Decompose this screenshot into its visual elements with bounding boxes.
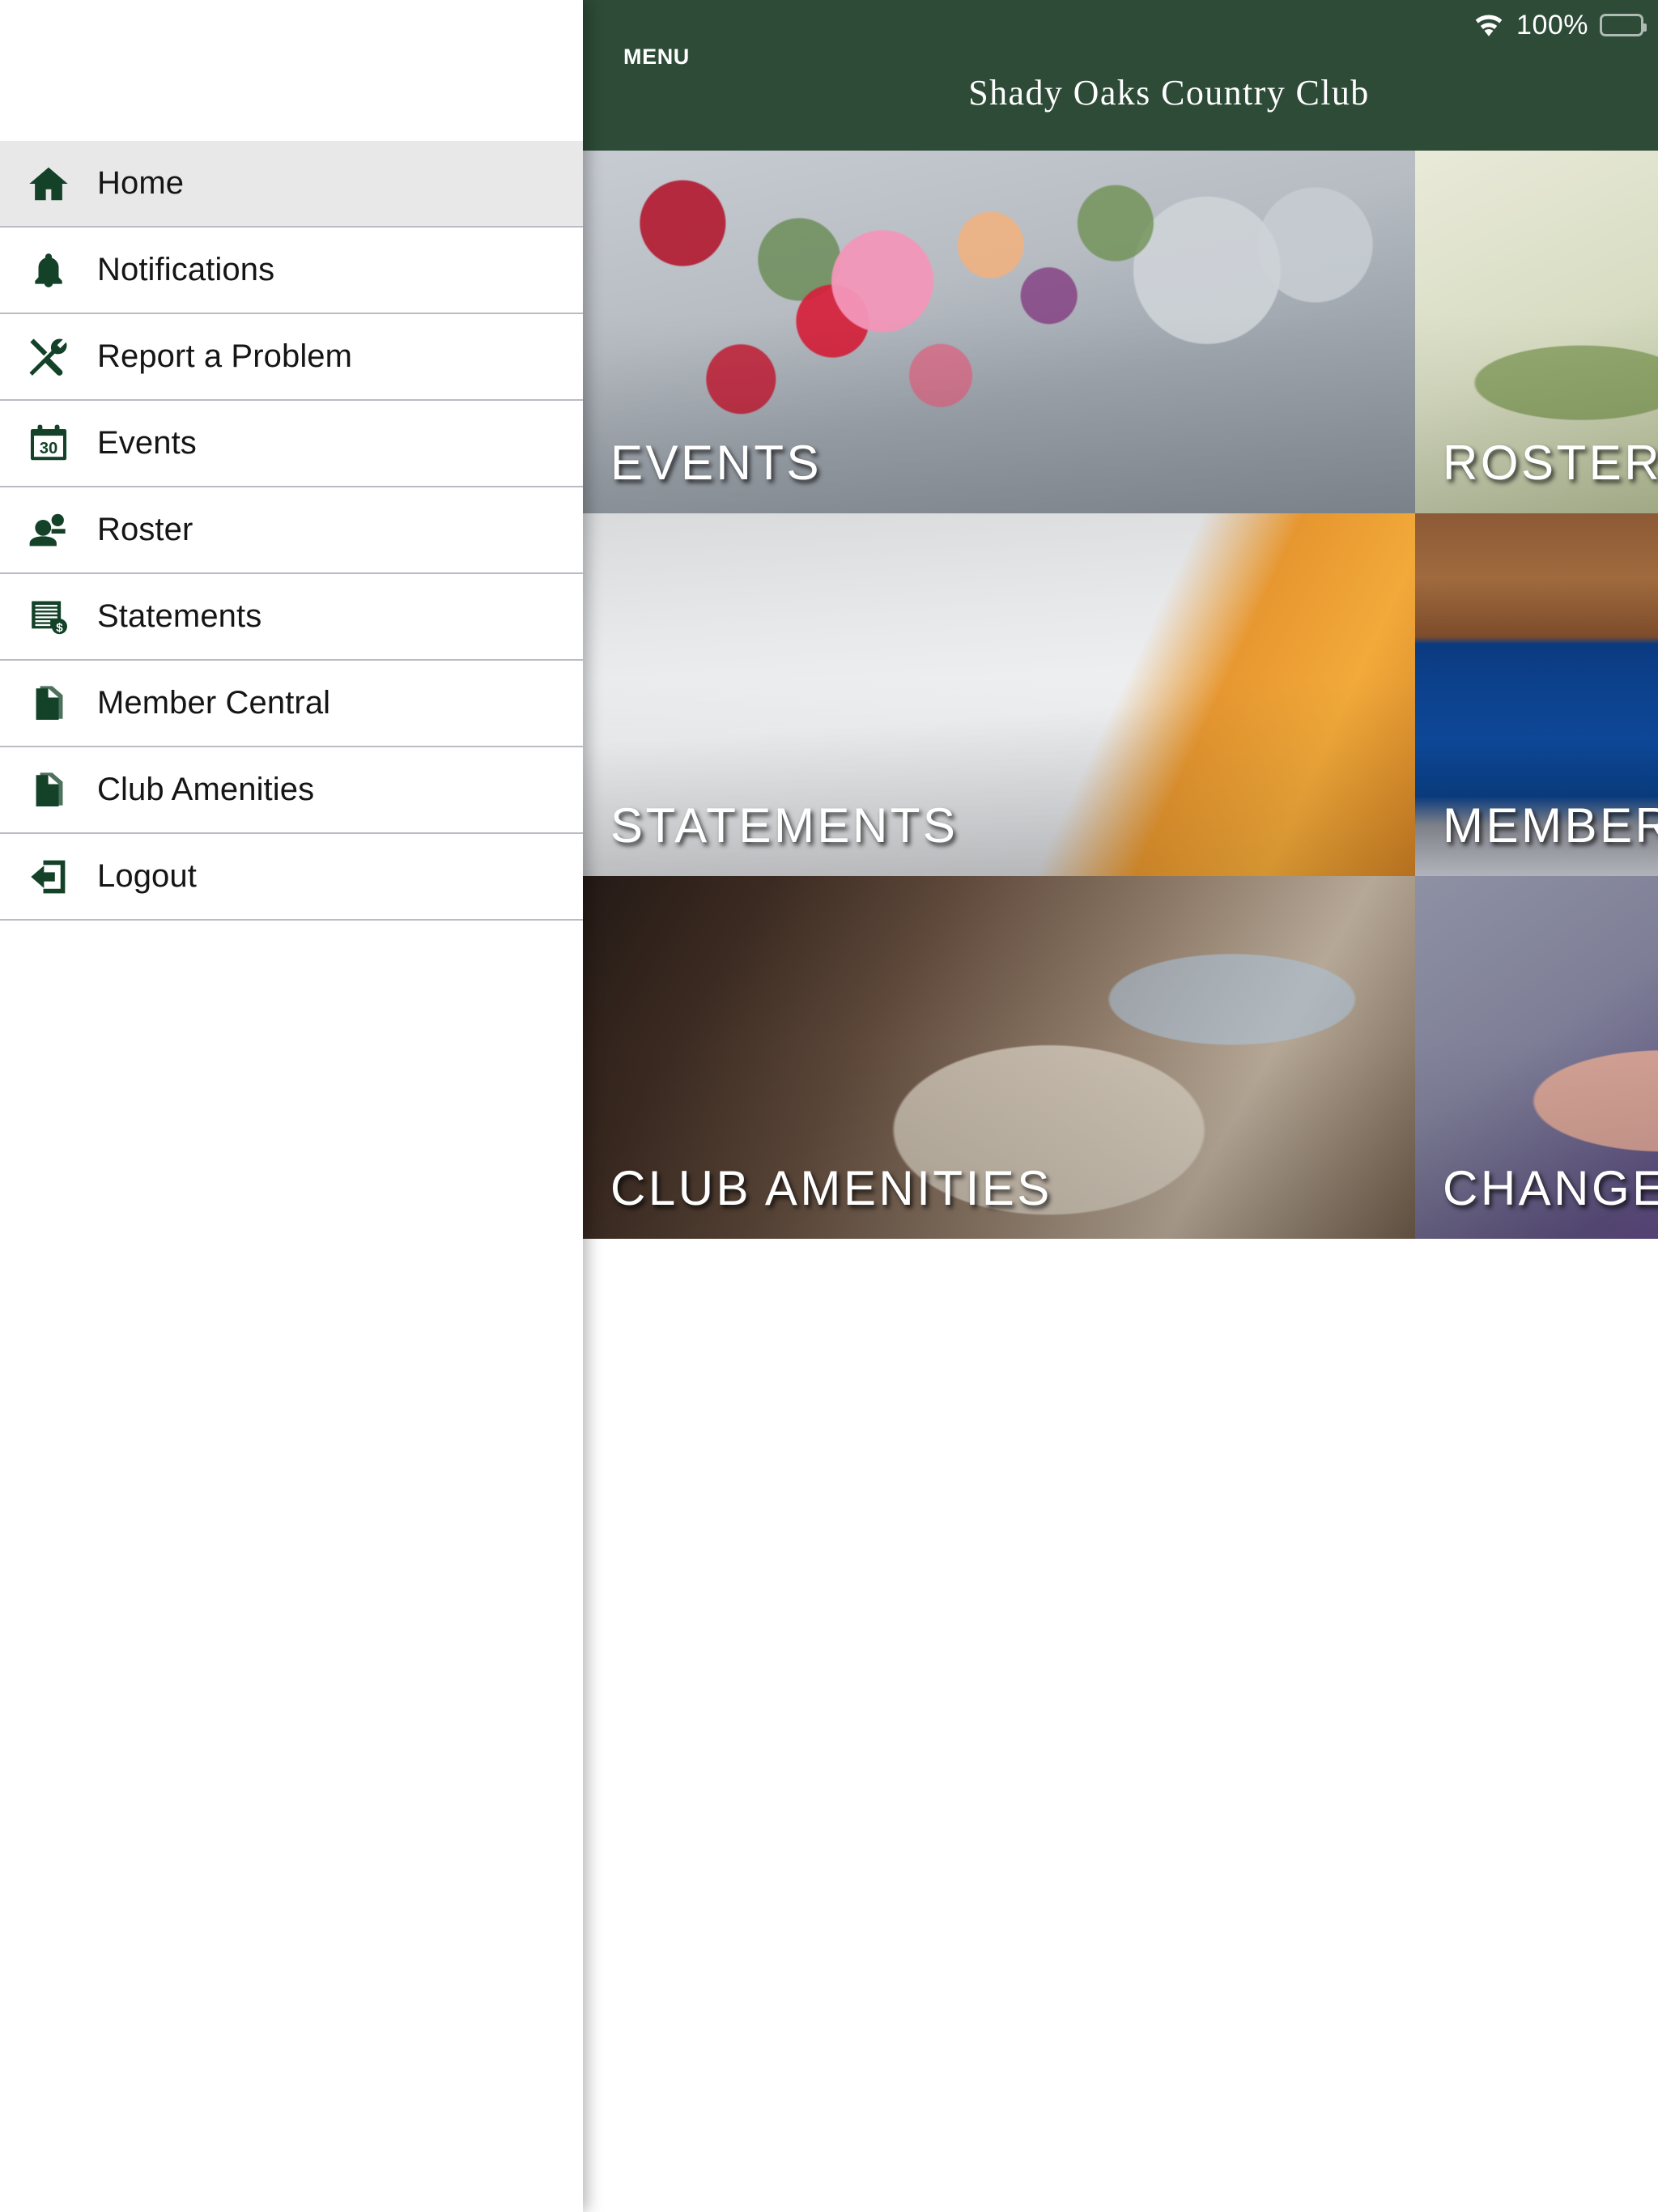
battery-percent-label: 100% bbox=[1516, 9, 1588, 40]
sidebar-item-label: Roster bbox=[97, 512, 193, 547]
tile-events[interactable]: EVENTS bbox=[583, 151, 1415, 513]
sidebar-item-notifications[interactable]: Notifications bbox=[0, 228, 583, 314]
menu-button[interactable]: MENU bbox=[623, 45, 690, 69]
tile-roster[interactable]: ROSTER bbox=[1415, 151, 1658, 513]
sidebar-item-events[interactable]: 30 Events bbox=[0, 401, 583, 487]
tile-club-amenities[interactable]: CLUB AMENITIES bbox=[583, 876, 1415, 1239]
tile-caption: STATEMENTS bbox=[610, 798, 959, 853]
sidebar-item-club-amenities[interactable]: Club Amenities bbox=[0, 747, 583, 834]
tile-caption: ROSTER bbox=[1443, 436, 1658, 490]
sidebar-item-label: Report a Problem bbox=[97, 338, 353, 374]
people-icon bbox=[18, 508, 79, 552]
sidebar-item-label: Statements bbox=[97, 598, 262, 634]
sidebar-item-label: Notifications bbox=[97, 252, 275, 287]
menu-button-label: MENU bbox=[623, 45, 690, 69]
svg-text:$: $ bbox=[56, 621, 63, 635]
sidebar-item-roster[interactable]: Roster bbox=[0, 487, 583, 574]
tile-change-password[interactable]: CHANGE PASSWORD bbox=[1415, 876, 1658, 1239]
tile-caption: MEMBER CENTRAL bbox=[1443, 798, 1658, 853]
tile-caption: EVENTS bbox=[610, 436, 823, 490]
documents-icon bbox=[18, 682, 79, 725]
sidebar-item-member-central[interactable]: Member Central bbox=[0, 661, 583, 747]
app-content: 100% MENU Shady Oaks Country Club EVENTS… bbox=[583, 0, 1658, 2212]
sidebar-item-report-a-problem[interactable]: Report a Problem bbox=[0, 314, 583, 401]
tools-icon bbox=[18, 334, 79, 380]
battery-full-icon bbox=[1600, 14, 1647, 36]
tile-member-central[interactable]: MEMBER CENTRAL bbox=[1415, 513, 1658, 876]
sidebar-item-label: Member Central bbox=[97, 685, 331, 721]
sidebar-top-spacer bbox=[0, 0, 583, 141]
sidebar-item-label: Club Amenities bbox=[97, 772, 315, 807]
home-icon bbox=[18, 162, 79, 206]
sidebar-item-label: Logout bbox=[97, 858, 197, 894]
app-header: 100% MENU Shady Oaks Country Club bbox=[583, 0, 1658, 151]
sidebar-item-statements[interactable]: $ Statements bbox=[0, 574, 583, 661]
tile-statements[interactable]: STATEMENTS bbox=[583, 513, 1415, 876]
sidebar-item-label: Events bbox=[97, 425, 197, 461]
documents-icon bbox=[18, 768, 79, 812]
sidebar-item-home[interactable]: Home bbox=[0, 141, 583, 228]
invoice-icon: $ bbox=[18, 595, 79, 639]
tile-caption: CHANGE PASSWORD bbox=[1443, 1161, 1658, 1215]
svg-text:30: 30 bbox=[40, 440, 58, 457]
sidebar-item-logout[interactable]: Logout bbox=[0, 834, 583, 921]
status-bar: 100% bbox=[1473, 6, 1647, 44]
wifi-icon bbox=[1473, 12, 1505, 38]
tile-grid: EVENTS ROSTER STATEMENTS MEMBER CENTRAL … bbox=[583, 151, 1658, 1239]
tile-caption: CLUB AMENITIES bbox=[610, 1161, 1052, 1215]
logout-icon bbox=[18, 856, 79, 898]
sidebar-item-label: Home bbox=[97, 165, 185, 201]
bell-icon bbox=[18, 249, 79, 292]
calendar-icon: 30 bbox=[18, 422, 79, 466]
sidebar-drawer: Home Notifications Report a Problem 30 E… bbox=[0, 0, 583, 2212]
